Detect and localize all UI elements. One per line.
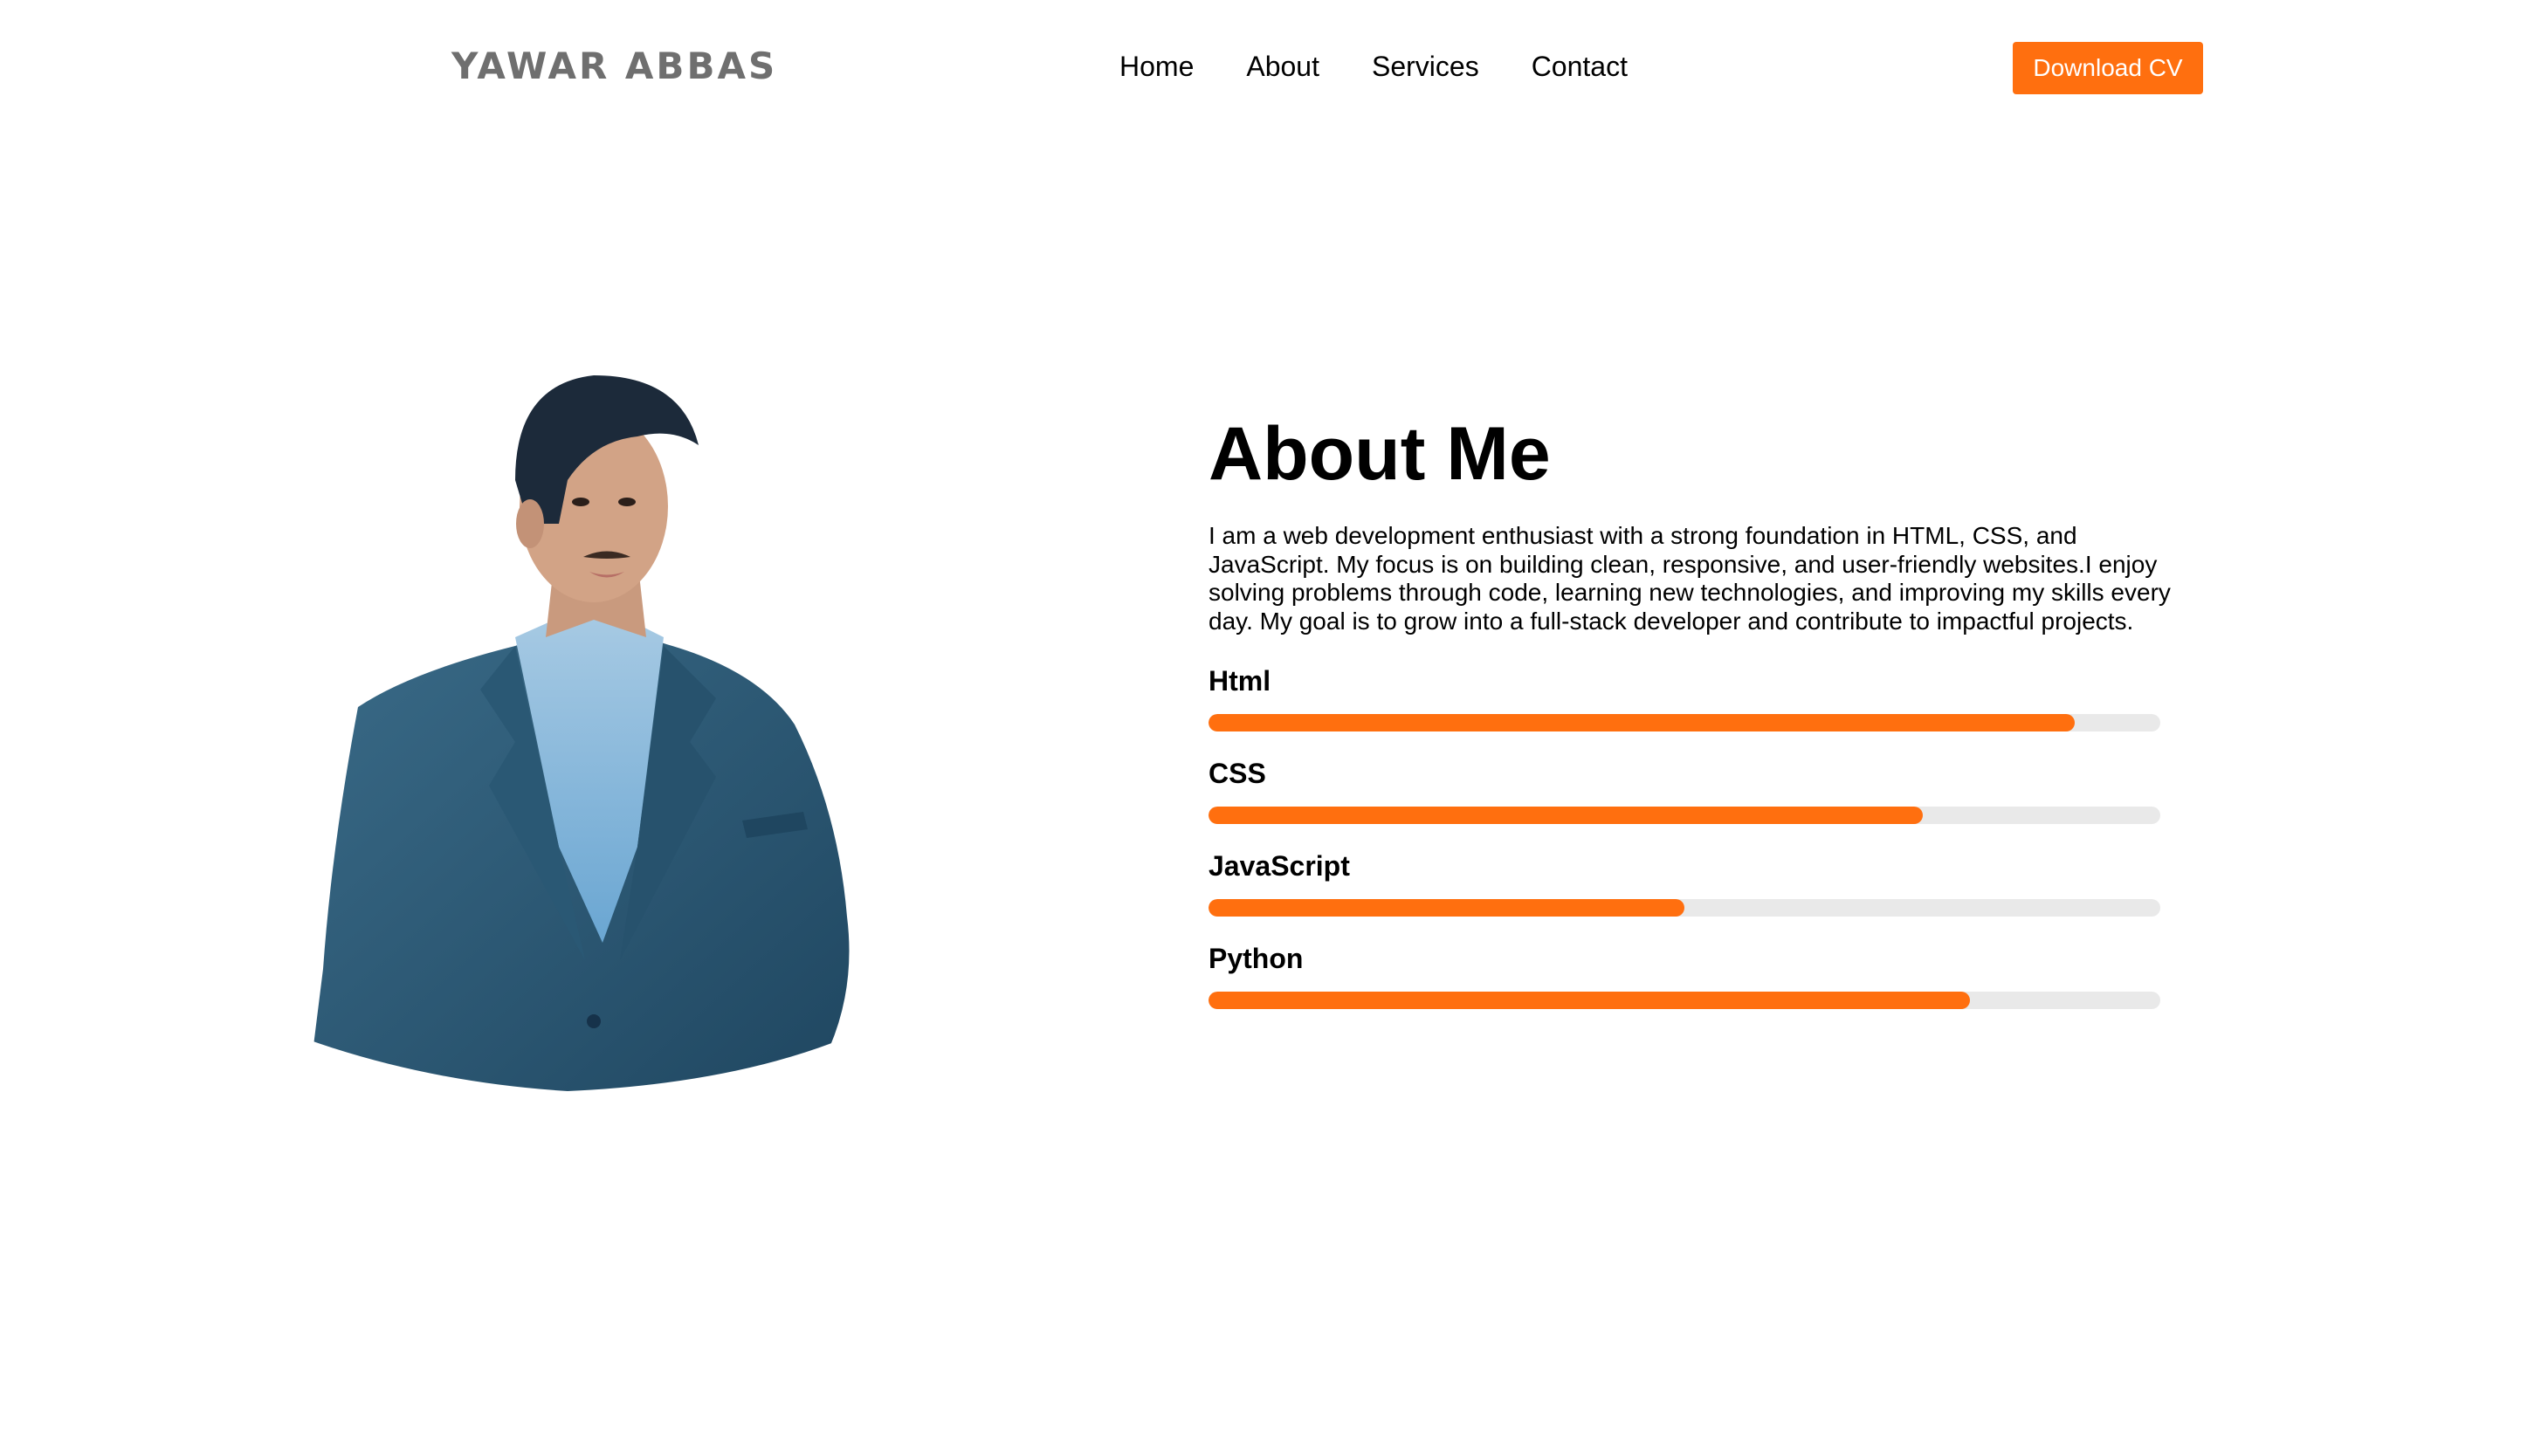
skill-item-css: CSS [1209,754,2160,847]
skill-progress-fill [1209,899,1684,917]
skill-name: JavaScript [1209,850,1350,882]
skill-item-html: Html [1209,662,2160,754]
nav-link-services[interactable]: Services [1372,45,1479,87]
skill-progress-fill [1209,807,1923,824]
skill-item-python: Python [1209,939,2160,1032]
skill-progress-track [1209,899,2160,917]
download-cv-button[interactable]: Download CV [2013,42,2203,94]
navbar: YAWAR ABBAS Home About Services Contact … [0,0,2548,136]
nav-link-contact[interactable]: Contact [1532,45,1628,87]
brand-logo[interactable]: YAWAR ABBAS [451,42,777,91]
skill-name: Python [1209,943,1304,974]
about-title: About Me [1209,412,1551,496]
skill-progress-track [1209,992,2160,1009]
skill-progress-fill [1209,992,1970,1009]
nav-links: Home About Services Contact [1119,45,1628,87]
about-paragraph: I am a web development enthusiast with a… [1209,522,2171,635]
nav-link-about[interactable]: About [1246,45,1319,87]
skill-name: Html [1209,665,1271,697]
nav-link-home[interactable]: Home [1119,45,1194,87]
skill-name: CSS [1209,758,1266,789]
skills-list: Html CSS JavaScript Python [1209,662,2160,1032]
profile-photo [306,375,850,1091]
skill-item-javascript: JavaScript [1209,847,2160,939]
skill-progress-track [1209,807,2160,824]
skill-progress-track [1209,714,2160,731]
skill-progress-fill [1209,714,2075,731]
about-section: About Me I am a web development enthusia… [1209,410,2213,1032]
